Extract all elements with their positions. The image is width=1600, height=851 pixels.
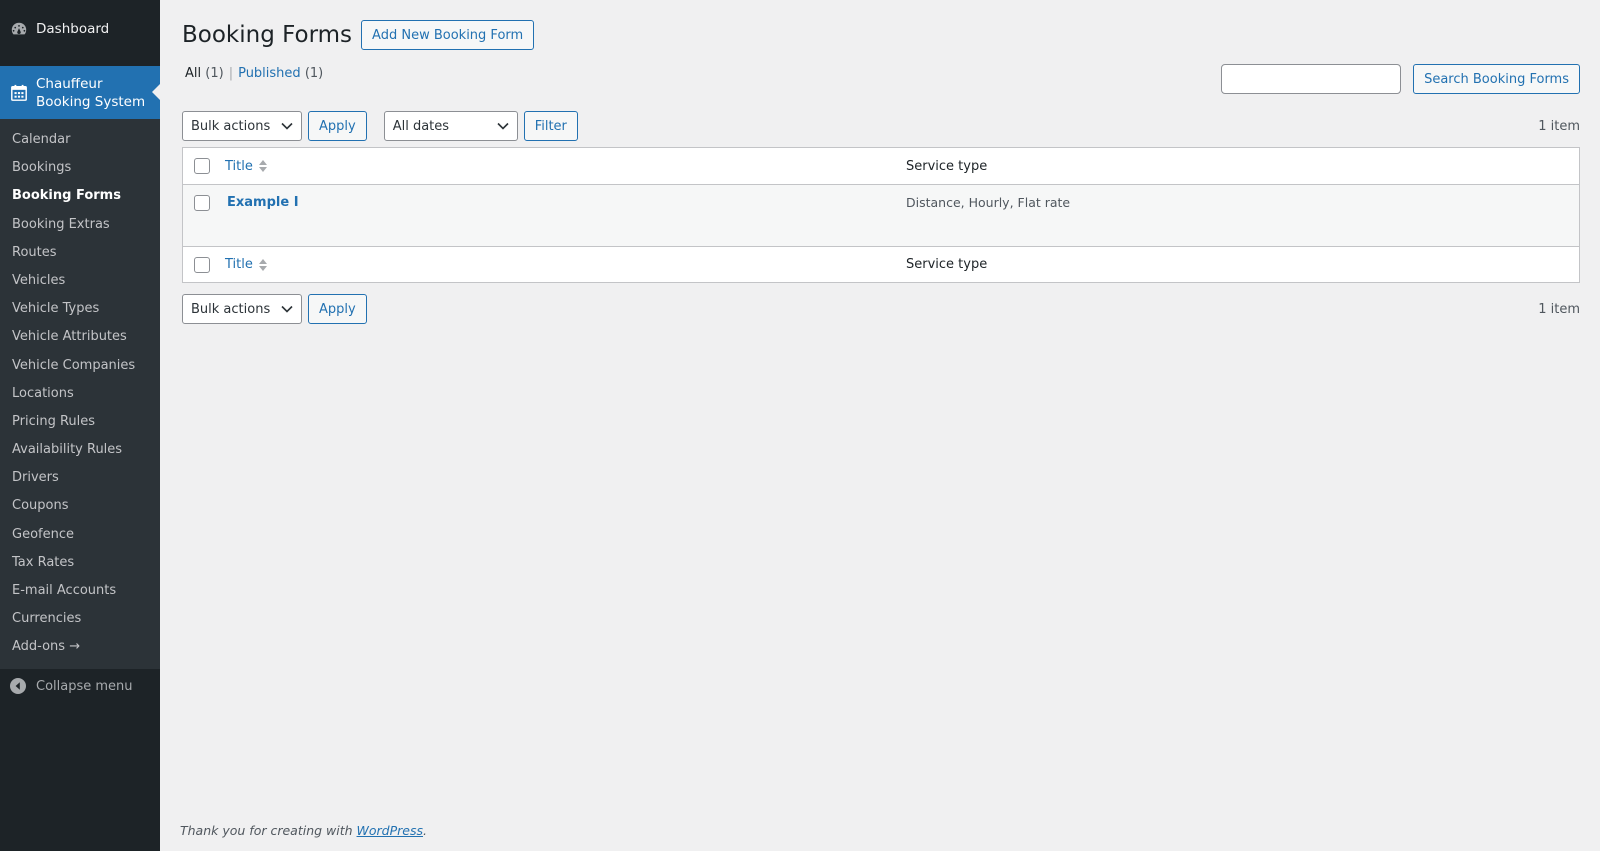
column-title-link[interactable]: Title [225, 159, 253, 174]
view-all-link[interactable]: All (1) [185, 66, 224, 81]
items-count-bottom: 1 item [1538, 301, 1580, 317]
column-title-link[interactable]: Title [225, 257, 253, 272]
sidebar-item-label: Dashboard [36, 21, 110, 37]
sidebar-item-routes[interactable]: Routes [0, 239, 160, 267]
filter-button[interactable]: Filter [523, 111, 578, 141]
table-footer-row: Title Service type [183, 246, 1579, 282]
footer-text: Thank you for creating with [180, 823, 353, 838]
table-row: Example I Distance, Hourly, Flat rate [183, 185, 1579, 246]
sidebar-item-vehicle-attributes[interactable]: Vehicle Attributes [0, 323, 160, 351]
view-separator: | [228, 66, 234, 81]
collapse-menu-label: Collapse menu [36, 678, 133, 694]
dates-filter-select[interactable]: All dates [383, 111, 518, 141]
row-title-cell: Example I [225, 195, 906, 210]
sort-icon [258, 159, 268, 173]
add-new-booking-form-button[interactable]: Add New Booking Form [361, 20, 535, 50]
column-footer-service-type: Service type [906, 257, 988, 272]
sidebar-item-pricing-rules[interactable]: Pricing Rules [0, 408, 160, 436]
sidebar-submenu: Calendar Bookings Booking Forms Booking … [0, 119, 160, 669]
sidebar-item-availability-rules[interactable]: Availability Rules [0, 436, 160, 464]
search-box: Search Booking Forms [1221, 64, 1580, 94]
sidebar-item-booking-extras[interactable]: Booking Extras [0, 211, 160, 239]
apply-button[interactable]: Apply [308, 111, 367, 141]
select-all-checkbox-bottom[interactable] [194, 256, 210, 273]
sidebar-item-booking-forms[interactable]: Booking Forms [0, 182, 160, 210]
sidebar-item-calendar[interactable]: Calendar [0, 126, 160, 154]
chevron-down-icon [281, 121, 293, 131]
items-count: 1 item [1538, 118, 1580, 134]
sidebar-item-drivers[interactable]: Drivers [0, 464, 160, 492]
sidebar-item-bookings[interactable]: Bookings [0, 154, 160, 182]
sidebar-item-dashboard[interactable]: Dashboard [0, 0, 160, 58]
sort-icon [258, 258, 268, 272]
view-all-label: All [185, 66, 202, 81]
bulk-actions-value: Bulk actions [191, 301, 271, 317]
view-published-link[interactable]: Published (1) [238, 66, 323, 81]
collapse-menu-button[interactable]: Collapse menu [0, 674, 160, 698]
bulk-actions-select-bottom[interactable]: Bulk actions [182, 294, 302, 324]
table-header-row: Title Service type [183, 148, 1579, 185]
view-published-count: (1) [304, 66, 324, 81]
chevron-down-icon [281, 304, 293, 314]
page-header: Booking Forms Add New Booking Form [182, 20, 535, 50]
sidebar-item-vehicles[interactable]: Vehicles [0, 267, 160, 295]
column-header-title[interactable]: Title [225, 159, 906, 174]
apply-button-bottom[interactable]: Apply [308, 294, 367, 324]
dashboard-icon [10, 20, 28, 38]
admin-sidebar: Dashboard Chauffeur Booking System Calen… [0, 0, 160, 851]
page-title: Booking Forms [182, 22, 353, 48]
row-title-link[interactable]: Example I [227, 195, 299, 210]
select-all-checkbox[interactable] [194, 158, 210, 174]
collapse-arrow-icon [10, 678, 26, 694]
bulk-actions-select[interactable]: Bulk actions [182, 111, 302, 141]
sidebar-item-currencies[interactable]: Currencies [0, 605, 160, 633]
sidebar-item-vehicle-types[interactable]: Vehicle Types [0, 295, 160, 323]
sidebar-item-tax-rates[interactable]: Tax Rates [0, 549, 160, 577]
sidebar-item-coupons[interactable]: Coupons [0, 492, 160, 520]
view-filters: All (1) | Published (1) [185, 66, 323, 81]
tablenav-bottom: Bulk actions Apply 1 item [182, 294, 1580, 324]
view-all-count: (1) [205, 66, 224, 81]
column-footer-title[interactable]: Title [225, 257, 906, 272]
sidebar-item-vehicle-companies[interactable]: Vehicle Companies [0, 352, 160, 380]
chevron-down-icon [497, 121, 509, 131]
sidebar-item-chauffeur-booking-system[interactable]: Chauffeur Booking System [0, 66, 160, 119]
row-checkbox[interactable] [194, 195, 210, 211]
sidebar-item-add-ons[interactable]: Add-ons → [0, 633, 160, 661]
view-published-label: Published [238, 66, 301, 81]
tablenav-top: Bulk actions Apply All dates Filter 1 it… [182, 111, 1580, 141]
sidebar-item-locations[interactable]: Locations [0, 380, 160, 408]
column-header-service-type: Service type [906, 158, 988, 174]
footer-suffix: . [423, 823, 427, 838]
sidebar-item-email-accounts[interactable]: E-mail Accounts [0, 577, 160, 605]
bulk-actions-value: Bulk actions [191, 118, 271, 134]
calendar-icon [10, 84, 28, 102]
sidebar-item-label: Chauffeur Booking System [36, 75, 146, 110]
search-input[interactable] [1221, 64, 1402, 94]
wordpress-link[interactable]: WordPress [357, 823, 423, 838]
admin-footer: Thank you for creating with WordPress. [180, 823, 427, 838]
search-booking-forms-button[interactable]: Search Booking Forms [1413, 64, 1580, 94]
row-service-type: Distance, Hourly, Flat rate [906, 195, 1071, 210]
dates-filter-value: All dates [392, 118, 450, 134]
booking-forms-table: Title Service type Example I Distance, H… [182, 147, 1580, 283]
sidebar-item-geofence[interactable]: Geofence [0, 521, 160, 549]
